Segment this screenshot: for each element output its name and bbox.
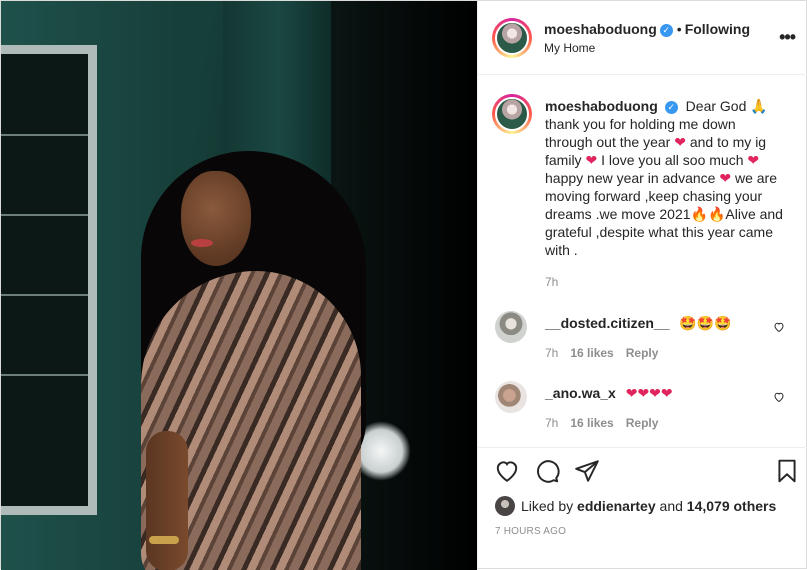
instagram-post: moeshaboduong ✓ • Following My Home ••• moe… [0, 0, 807, 570]
comment-time[interactable]: 7h [545, 346, 558, 360]
caption-avatar-image [495, 97, 529, 131]
location-link[interactable]: My Home [544, 41, 595, 55]
photo-arm [146, 431, 188, 570]
comment-like-icon[interactable] [773, 391, 785, 403]
window-pane [1, 214, 88, 216]
following-button[interactable]: Following [685, 21, 750, 37]
likes-count[interactable]: 14,079 others [687, 498, 777, 514]
comment-meta: 7h 16 likes Reply [545, 416, 670, 430]
heart-emoji-icon: ❤ [674, 134, 686, 150]
liked-by-and: and [659, 498, 683, 514]
caption-username[interactable]: moeshaboduong [545, 98, 658, 114]
comment-body: __dosted.citizen__ 🤩🤩🤩 [545, 315, 732, 332]
comment-username[interactable]: __dosted.citizen__ [545, 315, 670, 331]
author-username[interactable]: moeshaboduong [544, 21, 657, 37]
liked-by-row: Liked by eddienartey and 14,079 others [495, 496, 776, 516]
verified-icon: ✓ [664, 101, 678, 114]
comment-time[interactable]: 7h [545, 416, 558, 430]
liker-username[interactable]: eddienartey [577, 498, 656, 514]
caption-segment: I love you all soo much [601, 152, 744, 168]
caption-segment: happy new year in advance [545, 170, 716, 186]
window-pane [1, 134, 88, 136]
liked-by-prefix: Liked by [521, 498, 574, 514]
post-photo[interactable] [1, 1, 477, 570]
author-avatar-image [495, 21, 529, 55]
photo-lips [191, 239, 213, 247]
photo-bracelet [149, 536, 179, 544]
more-options-icon[interactable]: ••• [779, 27, 796, 48]
comment-text: 🤩🤩🤩 [679, 315, 732, 331]
window-pane [1, 294, 88, 296]
comment-avatar[interactable] [495, 381, 527, 413]
post-header: moeshaboduong ✓ • Following My Home ••• [478, 1, 807, 75]
comment-username[interactable]: _ano.wa_x [545, 385, 616, 401]
comment-reply-button[interactable]: Reply [626, 416, 659, 430]
share-icon[interactable] [574, 458, 600, 484]
comment-body: _ano.wa_x ❤❤❤❤ [545, 385, 673, 402]
heart-emoji-icon: ❤ [719, 170, 732, 186]
like-icon[interactable] [494, 458, 520, 484]
comment-avatar[interactable] [495, 311, 527, 343]
verified-icon: ✓ [659, 24, 673, 37]
header-title-row: moeshaboduong ✓ • Following [544, 21, 750, 39]
separator-dot: • [676, 21, 682, 37]
comment-likes[interactable]: 16 likes [570, 416, 613, 430]
photo-window [1, 45, 97, 515]
window-pane [1, 374, 88, 376]
comment-like-icon[interactable] [773, 321, 785, 333]
comment-reply-button[interactable]: Reply [626, 346, 659, 360]
comment-likes[interactable]: 16 likes [570, 346, 613, 360]
comment-icon[interactable] [534, 458, 560, 484]
caption-text: moeshaboduong ✓ Dear God 🙏 thank you for … [545, 97, 785, 259]
caption-segment: Dear God 🙏 [685, 98, 768, 114]
comment-meta: 7h 16 likes Reply [545, 346, 670, 360]
post-timestamp[interactable]: 7 HOURS AGO [495, 526, 566, 537]
author-avatar[interactable] [492, 18, 532, 58]
photo-face [181, 171, 251, 266]
heart-emoji-icon: ❤ [585, 152, 598, 168]
caption-avatar[interactable] [492, 94, 532, 134]
post-sidebar: moeshaboduong ✓ • Following My Home ••• moe… [477, 1, 807, 570]
caption-time[interactable]: 7h [545, 275, 558, 289]
comment-text: ❤❤❤❤ [625, 385, 673, 401]
bookmark-icon[interactable] [774, 458, 800, 484]
liker-avatar[interactable] [495, 496, 515, 516]
action-bar: Liked by eddienartey and 14,079 others 7… [478, 447, 807, 537]
heart-emoji-icon: ❤ [747, 152, 760, 168]
